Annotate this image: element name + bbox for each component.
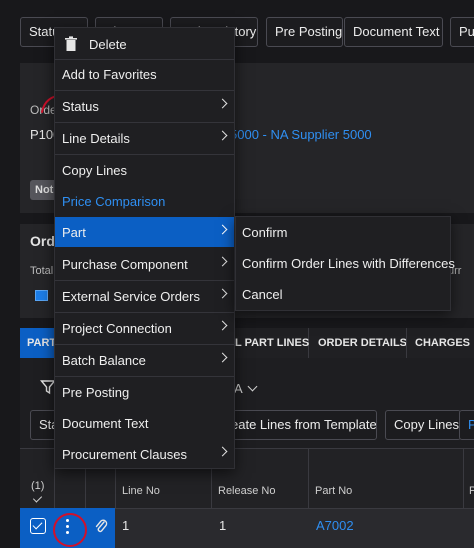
trash-icon xyxy=(65,36,77,51)
menu-item-label: Copy Lines xyxy=(62,162,128,178)
menu-item-label: Price Comparison xyxy=(62,193,166,209)
menu-item-label: Part xyxy=(62,224,86,240)
part-submenu: Confirm Confirm Order Lines with Differe… xyxy=(235,216,455,311)
document-text-button[interactable]: Document Text xyxy=(344,17,443,47)
column-header-part-no[interactable]: Part No xyxy=(315,485,352,497)
cell-part-no-link[interactable]: A7002 xyxy=(316,518,354,533)
copy-lines-button[interactable]: Copy Lines xyxy=(385,410,461,440)
chevron-right-icon xyxy=(217,98,228,109)
cell-release-no: 1 xyxy=(219,518,227,533)
menu-item-label: Procurement Clauses xyxy=(62,446,187,462)
column-header-release-no[interactable]: Release No xyxy=(218,485,275,497)
submenu-item-confirm[interactable]: Confirm xyxy=(242,225,288,240)
menu-item-label: Add to Favorites xyxy=(62,66,157,82)
menu-item-label: Delete xyxy=(89,36,127,52)
chevron-right-icon xyxy=(217,288,228,299)
menu-item-label: Purchase Component xyxy=(62,256,188,272)
create-lines-from-template-button[interactable]: eate Lines from Template xyxy=(222,410,377,440)
tab-part-lines[interactable]: L PART LINES xyxy=(235,328,309,358)
checkmark-icon xyxy=(32,519,43,530)
grid-view-icon[interactable] xyxy=(35,290,48,301)
menu-item-label: Document Text xyxy=(62,415,149,431)
menu-item-procurement-clauses[interactable]: Procurement Clauses xyxy=(55,439,234,469)
chevron-right-icon xyxy=(217,130,228,141)
cell-line-no: 1 xyxy=(122,518,130,533)
chevron-right-icon xyxy=(217,256,228,267)
menu-item-purchase-component[interactable]: Purchase Component xyxy=(55,249,234,279)
filter-tail-text: A xyxy=(234,381,243,396)
submenu-item-cancel[interactable]: Cancel xyxy=(242,287,282,302)
submenu-item-confirm-with-differences[interactable]: Confirm Order Lines with Differences xyxy=(242,256,455,271)
chevron-right-icon xyxy=(217,446,228,457)
tab-divider xyxy=(406,328,407,358)
menu-item-external-service-orders[interactable]: External Service Orders xyxy=(55,281,234,311)
column-header-edge[interactable]: P xyxy=(469,485,474,497)
menu-item-label: Line Details xyxy=(62,130,130,146)
tab-part-active[interactable]: PART xyxy=(20,328,56,358)
purchase-button[interactable]: Pur xyxy=(450,17,474,47)
menu-item-label: Batch Balance xyxy=(62,352,146,368)
menu-item-pre-posting[interactable]: Pre Posting xyxy=(55,377,234,407)
menu-item-status[interactable]: Status xyxy=(55,91,234,121)
menu-item-project-connection[interactable]: Project Connection xyxy=(55,313,234,343)
menu-item-batch-balance[interactable]: Batch Balance xyxy=(55,345,234,375)
edge-button[interactable]: P xyxy=(459,410,474,440)
supplier-link[interactable]: 5000 - NA Supplier 5000 xyxy=(230,127,372,142)
menu-item-label: External Service Orders xyxy=(62,288,200,304)
menu-item-copy-lines[interactable]: Copy Lines xyxy=(55,155,234,185)
selection-count: (1) xyxy=(31,480,45,492)
chevron-right-icon xyxy=(217,320,228,331)
menu-item-document-text[interactable]: Document Text xyxy=(55,408,234,438)
annotation-circle xyxy=(53,513,87,547)
pre-posting-button[interactable]: Pre Posting xyxy=(266,17,343,47)
chevron-right-icon xyxy=(217,224,228,235)
total-label: Total xyxy=(30,265,54,277)
row-checkbox[interactable] xyxy=(30,518,46,534)
attachment-icon[interactable] xyxy=(94,517,108,535)
context-menu: Delete Add to Favorites Status Line Deta… xyxy=(54,27,235,469)
menu-item-part[interactable]: Part xyxy=(55,217,234,247)
menu-item-label: Status xyxy=(62,98,99,114)
menu-item-add-to-favorites[interactable]: Add to Favorites xyxy=(55,59,234,89)
menu-item-line-details[interactable]: Line Details xyxy=(55,123,234,153)
chevron-right-icon xyxy=(217,352,228,363)
menu-item-price-comparison[interactable]: Price Comparison xyxy=(55,186,234,216)
menu-item-label: Pre Posting xyxy=(62,384,130,400)
tab-order-details[interactable]: ORDER DETAILS xyxy=(318,328,407,358)
menu-item-delete[interactable]: Delete xyxy=(55,29,234,59)
tab-charges[interactable]: CHARGES xyxy=(415,328,470,358)
menu-item-label: Project Connection xyxy=(62,320,172,336)
column-header-line-no[interactable]: Line No xyxy=(122,485,160,497)
